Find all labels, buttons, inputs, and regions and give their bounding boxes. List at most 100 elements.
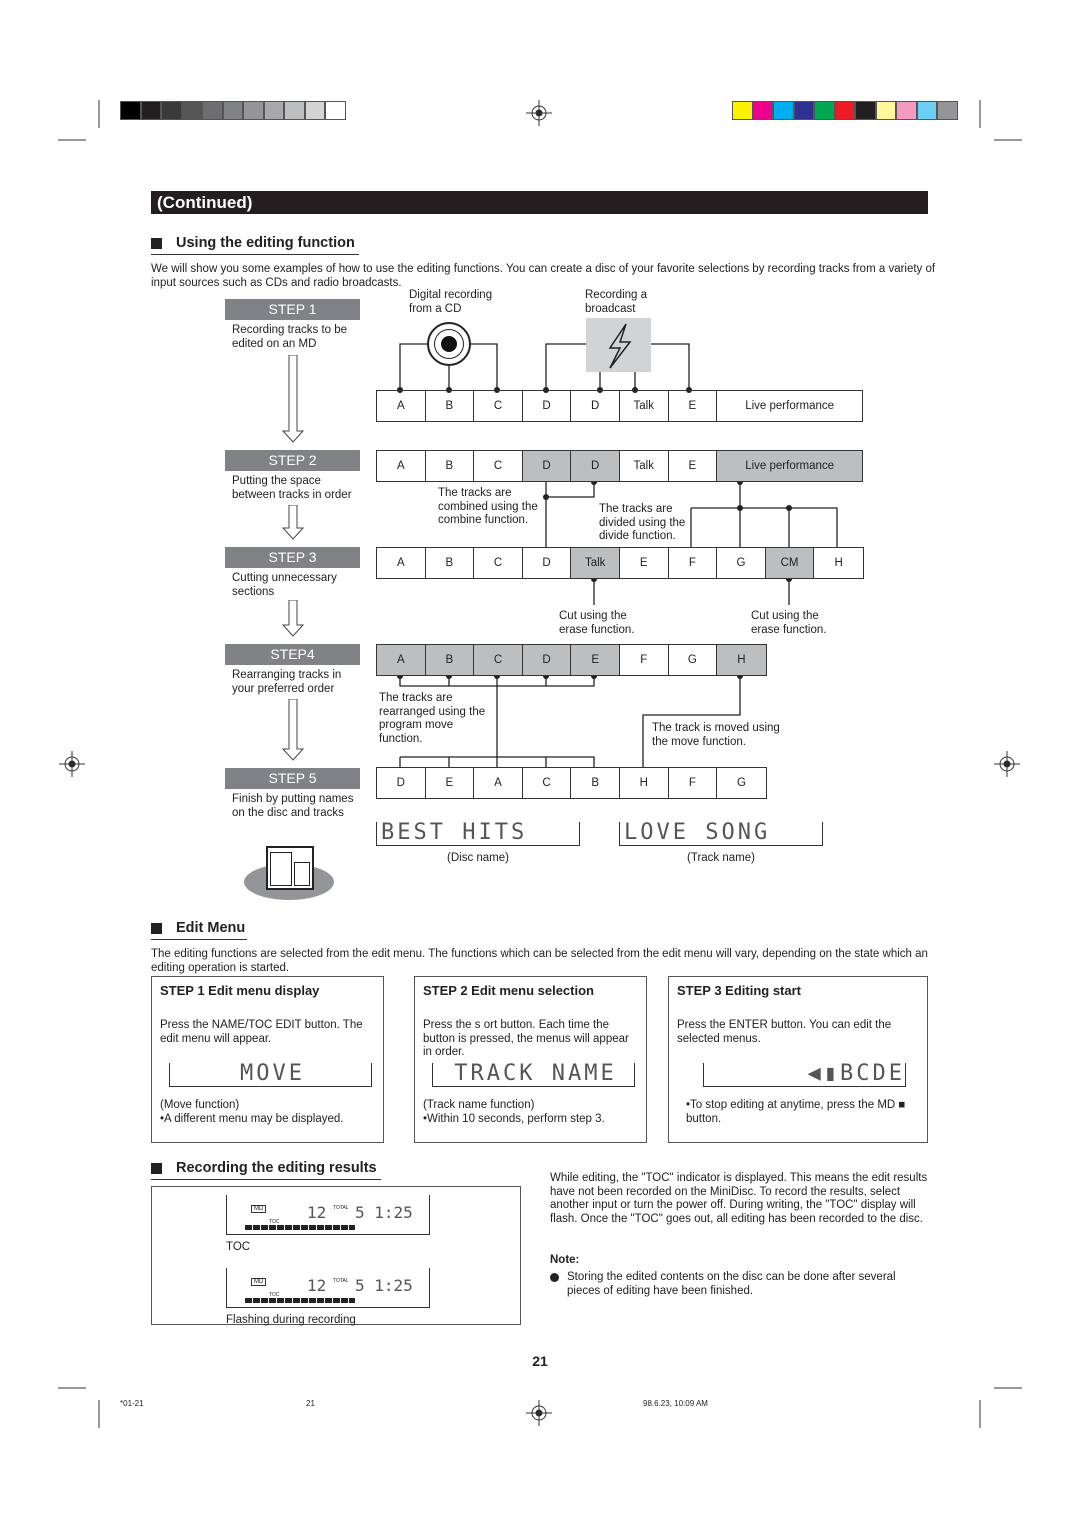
edit-step-note: •To stop editing at anytime, press the M… bbox=[686, 1099, 906, 1125]
step-label: STEP 3 bbox=[225, 547, 360, 568]
track-cell: A bbox=[377, 391, 426, 421]
footer-right: 98.6.23, 10:09 AM bbox=[643, 1399, 708, 1408]
track-cell: D bbox=[523, 391, 572, 421]
edit-menu-display: ◀▮BCDE bbox=[703, 1063, 906, 1087]
track-cell: D bbox=[523, 548, 572, 578]
track-cell: B bbox=[425, 645, 475, 675]
track-cell: E bbox=[669, 451, 718, 481]
md-indicator: MD bbox=[251, 1278, 267, 1286]
section-title-editing: Using the editing function bbox=[151, 235, 359, 255]
footer-mid: 21 bbox=[306, 1399, 315, 1408]
cd-disc-icon bbox=[427, 322, 471, 366]
erase-note-1: Cut using the erase function. bbox=[559, 610, 635, 636]
track-cell: F bbox=[620, 645, 669, 675]
track-cell: F bbox=[669, 768, 718, 798]
rearranged-note: The tracks are rearranged using the prog… bbox=[379, 692, 486, 745]
step-label: STEP 5 bbox=[225, 768, 360, 789]
track-row: A B C D D Talk E Live performance bbox=[376, 450, 864, 482]
edit-step-box: STEP 3 Editing start Press the ENTER but… bbox=[668, 976, 928, 1143]
down-arrow-icon bbox=[281, 355, 305, 443]
step-description: Putting the space between tracks in orde… bbox=[232, 475, 352, 501]
total-indicator: TOTAL bbox=[333, 1278, 349, 1284]
track-cell: A bbox=[474, 768, 523, 798]
recording-text: While editing, the "TOC" indicator is di… bbox=[550, 1172, 928, 1225]
track-cell: H bbox=[834, 557, 843, 569]
edit-menu-intro: The editing functions are selected from … bbox=[151, 948, 928, 974]
track-row: ABCDEFGH bbox=[376, 644, 767, 676]
edit-step-title: STEP 1 Edit menu display bbox=[160, 983, 320, 998]
edit-step-caption: (Track name function) bbox=[423, 1099, 535, 1111]
track-cell: B bbox=[426, 548, 475, 578]
section-title-recording: Recording the editing results bbox=[151, 1160, 381, 1180]
track-cell: C bbox=[474, 548, 523, 578]
track-cell: Talk bbox=[571, 548, 620, 578]
edit-step-box: STEP 2 Edit menu selection Press the s o… bbox=[414, 976, 647, 1143]
track-number: 12 bbox=[307, 1203, 327, 1222]
erase-note-2: Cut using the erase function. bbox=[751, 610, 827, 636]
track-cell: B bbox=[426, 451, 475, 481]
broadcast-source-label: Recording a broadcast bbox=[585, 289, 648, 315]
track-row: DEACBHF G bbox=[376, 767, 767, 799]
note-title: Note: bbox=[550, 1254, 580, 1266]
track-cell: E bbox=[620, 548, 669, 578]
track-cell: G bbox=[669, 645, 718, 675]
edit-step-title: STEP 3 Editing start bbox=[677, 983, 802, 998]
md-indicator: MD bbox=[251, 1205, 267, 1213]
track-cell: H bbox=[717, 645, 766, 675]
toc-display-panel: MD 12 TOTAL 5 1:25 TOC TOC MD 12 TOTAL 5… bbox=[151, 1186, 521, 1326]
track-name-caption: (Track name) bbox=[687, 852, 755, 864]
edit-step-note: •Within 10 seconds, perform step 3. bbox=[423, 1113, 605, 1125]
section-title-edit-menu: Edit Menu bbox=[151, 920, 247, 940]
step-label: STEP 2 bbox=[225, 450, 360, 471]
track-cell: B bbox=[571, 768, 620, 798]
disc-name-display: BEST HITS bbox=[376, 822, 580, 846]
down-arrow-icon bbox=[281, 505, 305, 540]
divide-note: The tracks are divided using the divide … bbox=[599, 503, 686, 542]
track-cell: G bbox=[717, 548, 766, 578]
track-number: 12 bbox=[307, 1276, 327, 1295]
cd-source-label: Digital recording from a CD bbox=[409, 289, 493, 315]
track-cell: D bbox=[571, 451, 620, 481]
total-indicator: TOTAL bbox=[333, 1205, 349, 1211]
display-caption: TOC bbox=[226, 1241, 251, 1253]
track-cell: D bbox=[571, 391, 620, 421]
disc-name-caption: (Disc name) bbox=[447, 852, 509, 864]
track-row: A B C D D Talk E Live performance bbox=[376, 390, 864, 422]
edit-step-box: STEP 1 Edit menu display Press the NAME/… bbox=[151, 976, 384, 1143]
step-description: Finish by putting names on the disc and … bbox=[232, 793, 354, 819]
track-cell: C bbox=[474, 645, 523, 675]
track-cell: Live performance bbox=[745, 400, 835, 412]
md-lcd-display: MD 12 TOTAL 5 1:25 TOC bbox=[226, 1268, 430, 1308]
step-description: Recording tracks to be edited on an MD bbox=[232, 324, 348, 350]
track-cell: C bbox=[474, 391, 523, 421]
combine-note: The tracks are combined using the combin… bbox=[438, 487, 538, 526]
edit-step-body: Press the NAME/TOC EDIT button. The edit… bbox=[160, 1019, 363, 1045]
track-row: A B C D Talk E F G CM H bbox=[376, 547, 864, 579]
track-cell: Live performance bbox=[717, 451, 863, 481]
track-cell: D bbox=[377, 768, 426, 798]
edit-step-title: STEP 2 Edit menu selection bbox=[423, 983, 594, 998]
display-caption: Flashing during recording bbox=[226, 1314, 356, 1326]
track-cell: A bbox=[377, 645, 426, 675]
step-label: STEP 1 bbox=[225, 299, 360, 320]
md-lcd-display: MD 12 TOTAL 5 1:25 TOC bbox=[226, 1195, 430, 1235]
step-label: STEP4 bbox=[225, 644, 360, 665]
track-cell: D bbox=[522, 451, 572, 481]
broadcast-lightning-icon bbox=[586, 318, 651, 372]
track-cell: C bbox=[523, 768, 572, 798]
track-cell: C bbox=[474, 451, 523, 481]
track-cell: D bbox=[522, 645, 572, 675]
edit-step-body: Press the s ort button. Each time the bu… bbox=[423, 1019, 629, 1058]
track-name-display: LOVE SONG bbox=[619, 822, 823, 846]
moved-note: The track is moved using the move functi… bbox=[652, 722, 780, 748]
minidisc-icon bbox=[244, 846, 334, 900]
edit-menu-display: TRACK NAME bbox=[432, 1063, 635, 1087]
track-cell: G bbox=[736, 777, 746, 789]
track-cell: F bbox=[669, 548, 718, 578]
track-cell: E bbox=[426, 768, 475, 798]
track-cell: A bbox=[377, 548, 426, 578]
bullet-icon bbox=[550, 1273, 559, 1282]
edit-step-body: Press the ENTER button. You can edit the… bbox=[677, 1019, 892, 1045]
track-cell: CM bbox=[765, 548, 815, 578]
track-cell: E bbox=[571, 645, 620, 675]
